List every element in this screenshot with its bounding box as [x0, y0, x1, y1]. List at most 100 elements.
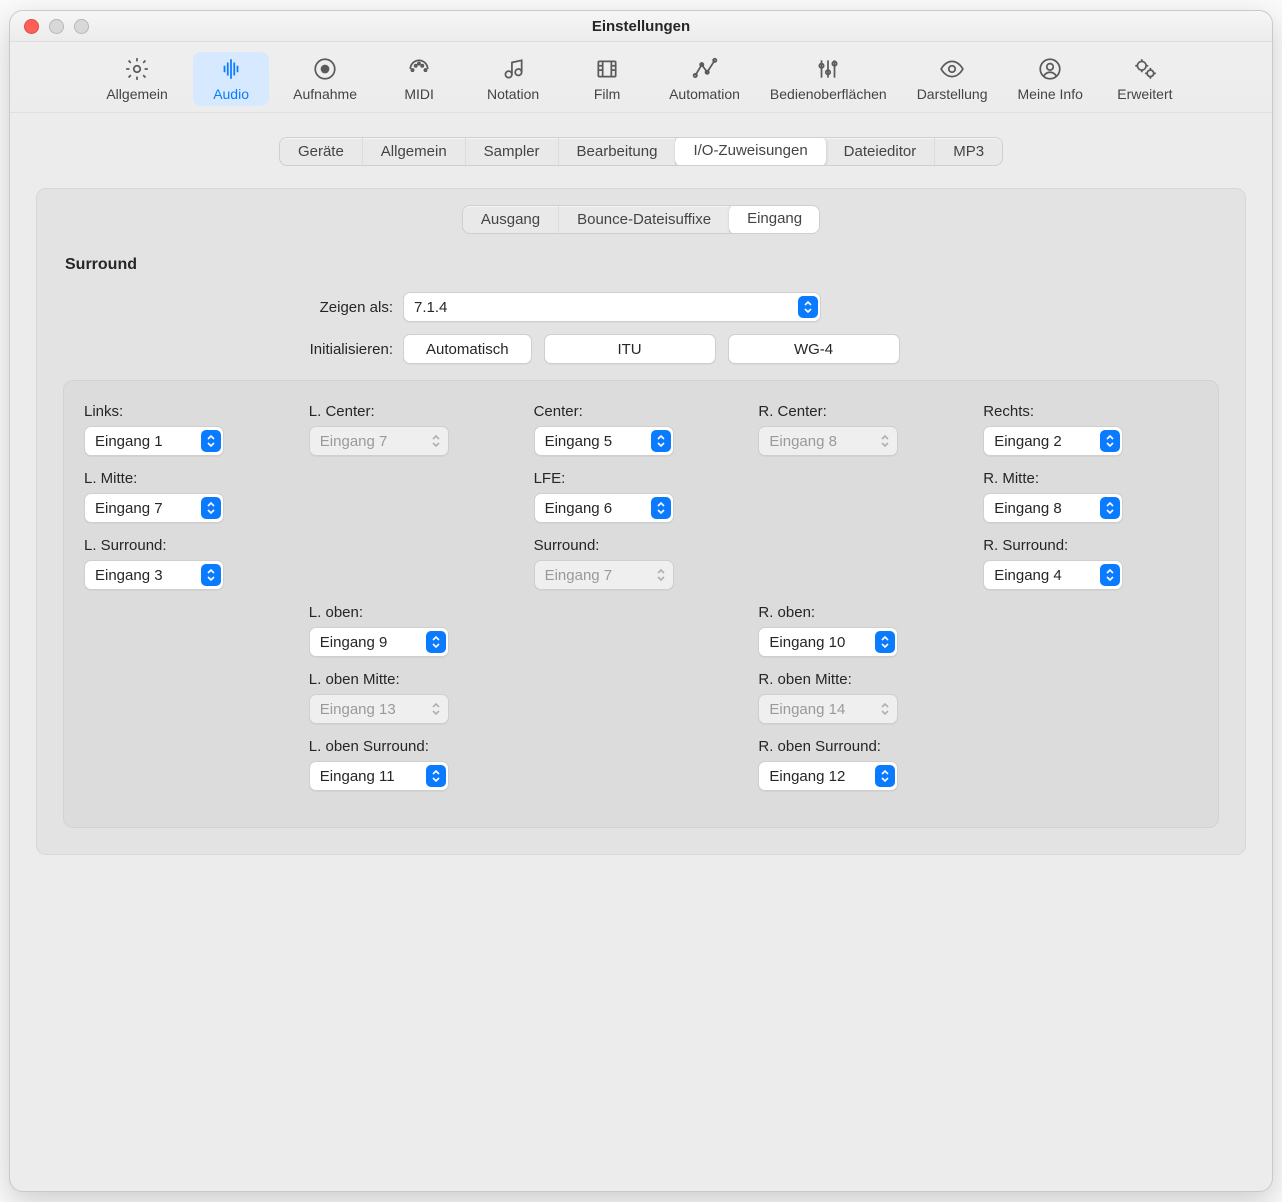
channel-value: Eingang 1 — [95, 433, 163, 450]
channel-label: Links: — [84, 403, 299, 420]
channel-select[interactable]: Eingang 4 — [983, 560, 1123, 590]
chevron-up-down-icon — [426, 430, 446, 452]
tab-bounce[interactable]: Bounce-Dateisuffixe — [559, 206, 730, 233]
channel-cell: L. oben:Eingang 9 — [309, 604, 524, 657]
channel-label: R. oben Mitte: — [758, 671, 973, 688]
channel-select[interactable]: Eingang 8 — [983, 493, 1123, 523]
channel-select[interactable]: Eingang 6 — [534, 493, 674, 523]
channel-cell: R. oben Mitte:Eingang 14 — [758, 671, 973, 724]
tab-ausgang[interactable]: Ausgang — [463, 206, 559, 233]
chevron-up-down-icon — [426, 765, 446, 787]
channel-select[interactable]: Eingang 5 — [534, 426, 674, 456]
channel-value: Eingang 7 — [320, 433, 388, 450]
channel-label: Rechts: — [983, 403, 1198, 420]
toolbar-item-meineinfo[interactable]: Meine Info — [1012, 52, 1089, 106]
tab-allgemein[interactable]: Allgemein — [363, 138, 466, 165]
init-button-itu[interactable]: ITU — [544, 334, 716, 364]
channel-select[interactable]: Eingang 12 — [758, 761, 898, 791]
channel-cell: L. Center: Eingang 7 — [309, 403, 524, 456]
channel-value: Eingang 12 — [769, 768, 845, 785]
channel-value: Eingang 7 — [545, 567, 613, 584]
channel-cell: R. Mitte: Eingang 8 — [983, 470, 1198, 523]
show-as-row: Zeigen als: 7.1.4 — [63, 292, 1219, 322]
channel-select[interactable]: Eingang 11 — [309, 761, 449, 791]
show-as-select[interactable]: 7.1.4 — [403, 292, 821, 322]
channel-label: Surround: — [534, 537, 749, 554]
tab-bearbeitung[interactable]: Bearbeitung — [559, 138, 677, 165]
midi-icon — [406, 56, 432, 82]
channel-label: R. Center: — [758, 403, 973, 420]
gear-icon — [124, 56, 150, 82]
channel-value: Eingang 2 — [994, 433, 1062, 450]
toolbar-item-aufnahme[interactable]: Aufnahme — [287, 52, 363, 106]
tab-mp3[interactable]: MP3 — [935, 138, 1002, 165]
channel-label: Center: — [534, 403, 749, 420]
preferences-window: Einstellungen Allgemein Audio Aufnahme M… — [9, 10, 1273, 1192]
toolbar-item-darstellung[interactable]: Darstellung — [911, 52, 994, 106]
audio-subtabs: Geräte Allgemein Sampler Bearbeitung I/O… — [279, 137, 1003, 166]
notation-icon — [500, 56, 526, 82]
toolbar-item-audio[interactable]: Audio — [193, 52, 269, 106]
toolbar-label: Aufnahme — [293, 86, 357, 102]
toolbar-label: Erweitert — [1117, 86, 1172, 102]
channel-value: Eingang 3 — [95, 567, 163, 584]
tab-sampler[interactable]: Sampler — [466, 138, 559, 165]
tab-geraete[interactable]: Geräte — [280, 138, 363, 165]
channel-cell: L. oben Surround: Eingang 11 — [309, 738, 524, 791]
toolbar-item-notation[interactable]: Notation — [475, 52, 551, 106]
toolbar-label: MIDI — [404, 86, 434, 102]
channel-label: L. Center: — [309, 403, 524, 420]
io-panel: Ausgang Bounce-Dateisuffixe Eingang Surr… — [36, 188, 1246, 855]
init-button-wg4[interactable]: WG-4 — [728, 334, 900, 364]
channel-cell: L. Mitte:Eingang 7 — [84, 470, 299, 523]
channel-cell: R. Center:Eingang 8 — [758, 403, 973, 456]
toolbar-item-erweitert[interactable]: Erweitert — [1107, 52, 1183, 106]
record-icon — [312, 56, 338, 82]
channel-select[interactable]: Eingang 3 — [84, 560, 224, 590]
channel-label: L. oben Mitte: — [309, 671, 524, 688]
toolbar-item-bedien[interactable]: Bedienoberflächen — [764, 52, 893, 106]
tab-io-zuweisungen[interactable]: I/O-Zuweisungen — [675, 137, 826, 166]
tab-eingang[interactable]: Eingang — [729, 205, 820, 234]
channel-cell: Surround: Eingang 7 — [534, 537, 749, 590]
toolbar-label: Darstellung — [917, 86, 988, 102]
automation-icon — [692, 56, 718, 82]
chevron-up-down-icon — [426, 631, 446, 653]
tab-dateieditor[interactable]: Dateieditor — [826, 138, 936, 165]
chevron-up-down-icon — [875, 631, 895, 653]
show-as-value: 7.1.4 — [414, 299, 447, 316]
channel-value: Eingang 7 — [95, 500, 163, 517]
channel-value: Eingang 6 — [545, 500, 613, 517]
channel-select[interactable]: Eingang 2 — [983, 426, 1123, 456]
toolbar-item-midi[interactable]: MIDI — [381, 52, 457, 106]
channel-label: R. oben Surround: — [758, 738, 973, 755]
toolbar-label: Audio — [213, 86, 249, 102]
channel-select[interactable]: Eingang 7 — [84, 493, 224, 523]
chevron-up-down-icon — [201, 430, 221, 452]
toolbar-label: Automation — [669, 86, 740, 102]
toolbar-item-automation[interactable]: Automation — [663, 52, 746, 106]
audio-wave-icon — [218, 56, 244, 82]
chevron-up-down-icon — [798, 296, 818, 318]
body: Geräte Allgemein Sampler Bearbeitung I/O… — [10, 113, 1272, 1191]
init-button-auto[interactable]: Automatisch — [403, 334, 532, 364]
channel-value: Eingang 13 — [320, 701, 396, 718]
channel-label: R. Mitte: — [983, 470, 1198, 487]
channel-value: Eingang 11 — [320, 768, 395, 785]
channel-label: L. Surround: — [84, 537, 299, 554]
channel-select[interactable]: Eingang 9 — [309, 627, 449, 657]
channel-select[interactable]: Eingang 1 — [84, 426, 224, 456]
channel-select: Eingang 7 — [309, 426, 449, 456]
toolbar-label: Film — [594, 86, 620, 102]
channel-value: Eingang 10 — [769, 634, 845, 651]
chevron-up-down-icon — [651, 564, 671, 586]
toolbar-item-allgemein[interactable]: Allgemein — [99, 52, 175, 106]
channel-cell: Rechts: Eingang 2 — [983, 403, 1198, 456]
channel-cell: Links: Eingang 1 — [84, 403, 299, 456]
channel-label: L. oben Surround: — [309, 738, 524, 755]
channel-grid-panel: Links: Eingang 1 L. Center: Eingang 7 Center… — [63, 380, 1219, 828]
channel-select[interactable]: Eingang 10 — [758, 627, 898, 657]
chevron-up-down-icon — [875, 430, 895, 452]
toolbar-item-film[interactable]: Film — [569, 52, 645, 106]
preference-toolbar: Allgemein Audio Aufnahme MIDI Notation F… — [10, 42, 1272, 113]
